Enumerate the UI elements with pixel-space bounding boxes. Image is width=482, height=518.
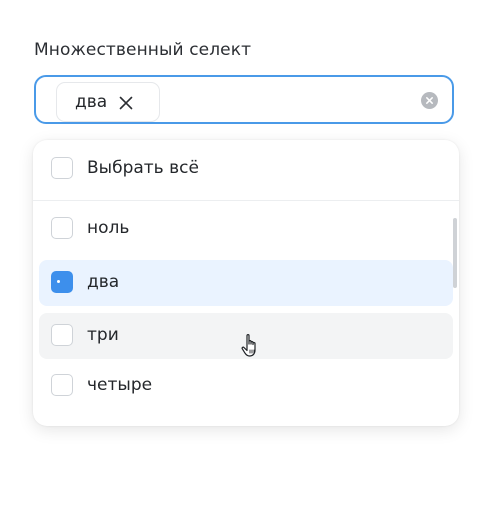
select-all-option[interactable]: Выбрать всё [39,146,453,192]
selected-chip: два [56,82,160,122]
option-label: два [87,272,120,292]
select-all-label: Выбрать всё [87,158,199,178]
divider [33,200,459,201]
option-label: три [87,325,119,345]
option-item[interactable]: ноль [39,206,453,252]
hand-cursor-icon [240,333,262,359]
option-label: четыре [87,375,153,395]
chip-label: два [75,92,108,112]
multi-select-input[interactable]: два [34,75,454,124]
dropdown-menu: Выбрать всё ноль два три четыре [33,140,459,426]
scrollbar[interactable] [453,218,457,288]
option-item[interactable]: четыре [39,363,453,409]
checkbox[interactable] [51,374,73,396]
checkbox[interactable] [51,157,73,179]
field-label: Множественный селект [34,40,252,60]
checkbox-checked[interactable] [51,271,73,293]
option-label: ноль [87,218,130,238]
clear-circle-icon[interactable] [421,92,438,109]
close-icon[interactable] [119,95,133,110]
option-item-selected[interactable]: два [39,260,453,306]
checkbox[interactable] [51,217,73,239]
checkbox[interactable] [51,324,73,346]
